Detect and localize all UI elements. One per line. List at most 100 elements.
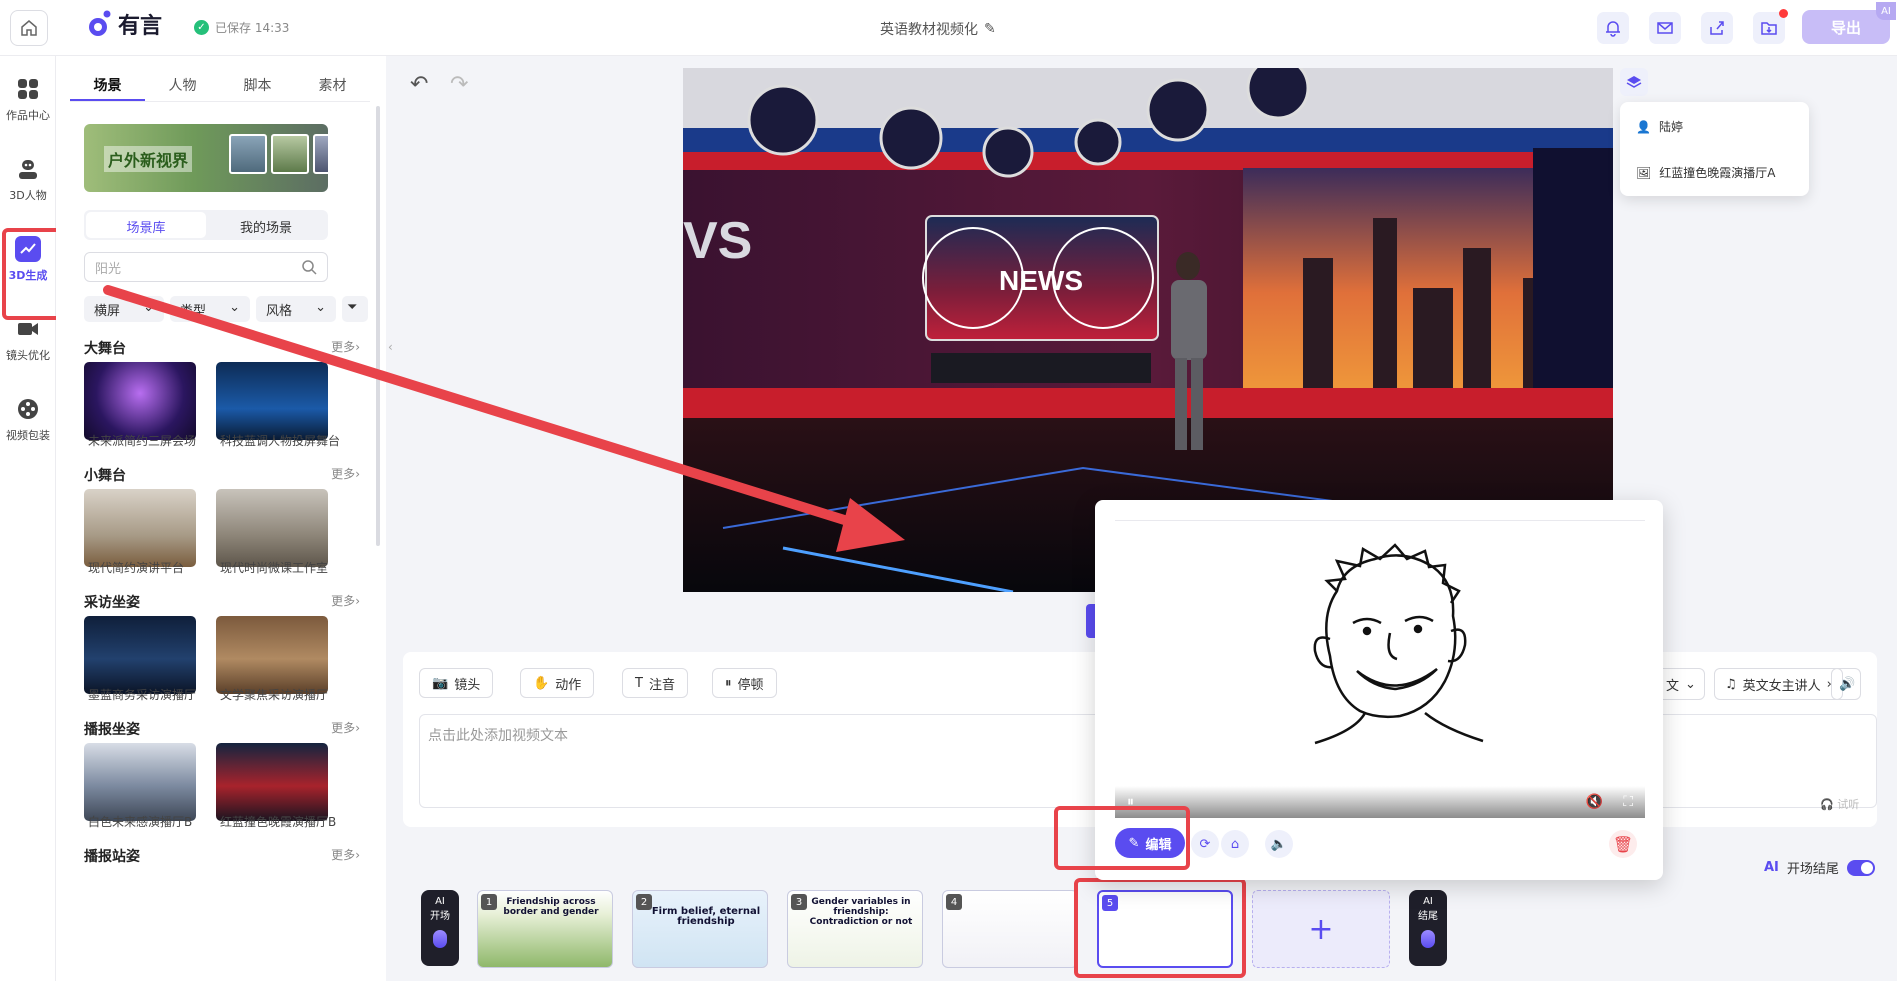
toggle-label: 开场结尾 bbox=[1786, 862, 1839, 877]
tab-scene-library[interactable]: 场景库 bbox=[86, 212, 206, 238]
top-bar: 有言 ✓ 已保存 14:33 英语教材视频化 ✎ 导出 AI bbox=[0, 0, 1897, 56]
promo-banner[interactable]: 户外新视界 bbox=[84, 124, 328, 192]
layer-item-background[interactable]: 🖼 红蓝撞色晚霞演播厅A bbox=[1636, 164, 1775, 181]
more-link[interactable]: 更多› bbox=[331, 719, 360, 739]
ai-intro-outro-toggle[interactable]: AI 开场结尾 bbox=[1764, 858, 1875, 877]
slide-thumbnail[interactable]: 3 Gender variables in friendship: Contra… bbox=[787, 890, 923, 968]
toggle-switch[interactable] bbox=[1846, 859, 1875, 876]
audio-button[interactable]: 🔈 bbox=[1265, 830, 1293, 858]
scene-card[interactable] bbox=[84, 616, 196, 694]
ai-intro-clip[interactable]: AI 开场 bbox=[421, 890, 459, 966]
trash-icon: 🗑 bbox=[1612, 834, 1634, 854]
slide-thumbnail[interactable]: 4 bbox=[942, 890, 1078, 968]
redo-icon[interactable]: ↷ bbox=[450, 72, 468, 97]
layers-icon bbox=[1626, 76, 1642, 88]
mute-icon[interactable]: 🔇 bbox=[1586, 794, 1603, 810]
document-title[interactable]: 英语教材视频化 ✎ bbox=[880, 19, 996, 39]
nav-item-3d-avatar[interactable]: 3D人物 bbox=[0, 144, 56, 214]
more-link[interactable]: 更多› bbox=[331, 592, 360, 612]
slide-thumbnail-selected[interactable]: 5 bbox=[1097, 890, 1233, 968]
scene-card[interactable] bbox=[216, 743, 328, 821]
more-link[interactable]: 更多› bbox=[331, 338, 360, 358]
search-placeholder: 阳光 bbox=[95, 261, 122, 277]
reel-icon bbox=[15, 396, 41, 422]
section-header: 采访坐姿 更多› bbox=[84, 592, 360, 612]
undo-icon[interactable]: ↶ bbox=[410, 72, 428, 97]
edit-button[interactable]: ✎ 编辑 bbox=[1115, 828, 1185, 858]
volume-button[interactable]: 🔊 bbox=[1831, 668, 1861, 700]
tab-script[interactable]: 脚本 bbox=[220, 68, 295, 101]
headphone-icon: 🎧 bbox=[1820, 798, 1838, 811]
filter-row: 横屏 ⌄ 类型 ⌄ 风格 ⌄ ⏷ bbox=[84, 296, 368, 322]
scene-card[interactable] bbox=[216, 362, 328, 440]
voice-label: 英文女主讲人 bbox=[1742, 678, 1821, 694]
layers-button[interactable] bbox=[1620, 68, 1648, 96]
orientation-select[interactable]: 横屏 ⌄ bbox=[84, 296, 164, 322]
home-button[interactable] bbox=[10, 10, 48, 46]
pencil-icon[interactable]: ✎ bbox=[984, 21, 996, 37]
banner-text: 户外新视界 bbox=[104, 146, 193, 172]
delete-button[interactable]: 🗑 bbox=[1609, 830, 1637, 858]
voice-select[interactable]: ♫ 英文女主讲人 › bbox=[1714, 668, 1843, 700]
panel-scrollbar[interactable] bbox=[376, 106, 380, 546]
style-select[interactable]: 风格 ⌄ bbox=[256, 296, 336, 322]
filter-label: 风格 bbox=[266, 304, 293, 319]
more-link[interactable]: 更多› bbox=[331, 846, 360, 866]
mail-icon bbox=[1657, 22, 1673, 34]
section-title: 大舞台 bbox=[84, 341, 126, 357]
download-button[interactable] bbox=[1753, 9, 1788, 44]
layer-item-person[interactable]: 👤 陆婷 bbox=[1636, 118, 1683, 135]
scene-card[interactable] bbox=[84, 362, 196, 440]
more-link[interactable]: 更多› bbox=[331, 465, 360, 485]
ai-clip-label: AI bbox=[1423, 896, 1433, 907]
camera-tool-button[interactable]: 📷 镜头 bbox=[419, 668, 494, 698]
scene-card-label: 现代简约演讲平台 bbox=[88, 561, 185, 575]
left-nav: 作品中心 3D人物 3D生成 镜头优化 视频包装 bbox=[0, 56, 56, 981]
pause-tool-button[interactable]: ⏸ 停顿 bbox=[712, 668, 777, 698]
scene-card-label: 科技蓝调人物投屏舞台 bbox=[220, 434, 341, 448]
video-player[interactable] bbox=[1115, 520, 1645, 818]
nav-item-packaging[interactable]: 视频包装 bbox=[0, 384, 56, 454]
type-select[interactable]: 类型 ⌄ bbox=[170, 296, 250, 322]
scene-card[interactable] bbox=[216, 489, 328, 567]
tab-material[interactable]: 素材 bbox=[295, 68, 370, 101]
tool-label: 停顿 bbox=[737, 677, 764, 693]
text-icon: T bbox=[635, 675, 643, 691]
collapse-panel-icon[interactable]: ‹ bbox=[388, 340, 398, 370]
background-button[interactable]: ⌂ bbox=[1221, 830, 1249, 858]
notification-button[interactable] bbox=[1597, 12, 1629, 44]
slide-number: 4 bbox=[946, 894, 962, 910]
scene-card[interactable] bbox=[84, 743, 196, 821]
message-button[interactable] bbox=[1649, 12, 1681, 44]
home-icon bbox=[21, 20, 37, 36]
pause-icon[interactable]: ⏸ bbox=[1127, 794, 1134, 810]
nav-item-3d-generate[interactable]: 3D生成 bbox=[0, 224, 56, 294]
action-tool-button[interactable]: ✋ 动作 bbox=[520, 668, 595, 698]
scene-card[interactable] bbox=[216, 616, 328, 694]
share-button[interactable] bbox=[1701, 12, 1733, 44]
listen-button[interactable]: 🎧 试听 bbox=[1820, 796, 1859, 812]
search-input[interactable]: 阳光 bbox=[84, 252, 328, 282]
tab-scene[interactable]: 场景 bbox=[70, 68, 145, 101]
pause-icon: ⏸ bbox=[725, 675, 732, 691]
filter-button[interactable]: ⏷ bbox=[342, 296, 368, 322]
tab-character[interactable]: 人物 bbox=[145, 68, 220, 101]
banner-thumbnails bbox=[229, 134, 328, 174]
nav-label: 镜头优化 bbox=[6, 348, 50, 362]
nav-label: 3D生成 bbox=[8, 268, 48, 282]
slide-thumbnail[interactable]: 2 Firm belief, eternal friendship bbox=[632, 890, 768, 968]
script-placeholder: 点击此处添加视频文本 bbox=[428, 728, 568, 744]
app-logo: 有言 bbox=[86, 8, 162, 40]
nav-item-camera[interactable]: 镜头优化 bbox=[0, 304, 56, 374]
scene-card[interactable] bbox=[84, 489, 196, 567]
fullscreen-icon[interactable]: ⛶ bbox=[1623, 794, 1633, 810]
add-slide-button[interactable]: + bbox=[1252, 890, 1390, 968]
search-icon[interactable] bbox=[301, 259, 317, 275]
phonetic-tool-button[interactable]: T 注音 bbox=[622, 668, 688, 698]
slide-thumbnail[interactable]: 1 Friendship across border and gender bbox=[477, 890, 613, 968]
replace-button[interactable]: ⟳ bbox=[1191, 830, 1219, 858]
ai-outro-clip[interactable]: AI 结尾 bbox=[1409, 890, 1447, 966]
nav-item-works[interactable]: 作品中心 bbox=[0, 64, 56, 134]
tab-my-scenes[interactable]: 我的场景 bbox=[206, 212, 326, 238]
nav-label: 作品中心 bbox=[6, 108, 50, 122]
